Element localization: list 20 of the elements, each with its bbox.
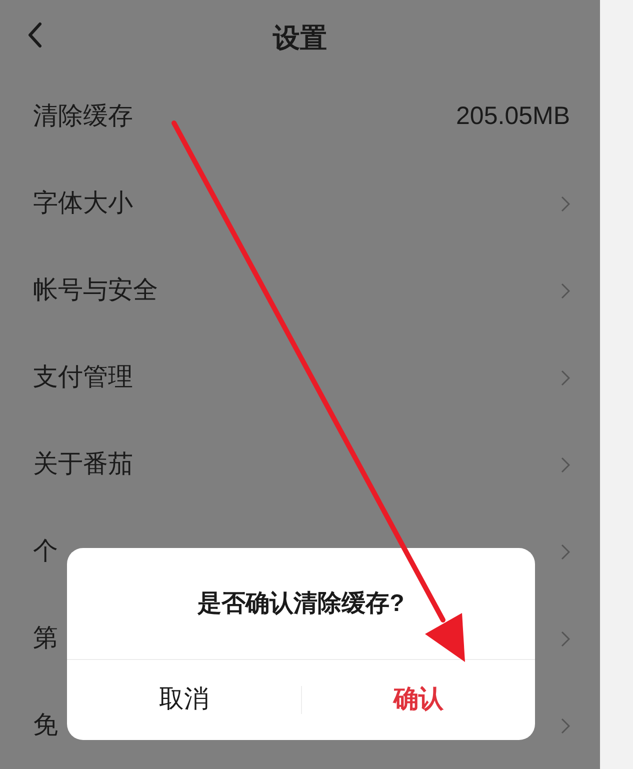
page-title: 设置 <box>273 22 327 55</box>
setting-label[interactable]: 支付管理 <box>33 358 133 396</box>
cache-size: 205.05MB <box>456 100 570 132</box>
chevron-right-icon <box>561 282 570 298</box>
chevron-right-icon <box>561 456 570 472</box>
confirm-button[interactable]: 确认 <box>385 681 452 719</box>
dialog-message: 是否确认清除缓存? <box>198 588 404 618</box>
chevron-right-icon <box>561 196 570 212</box>
cancel-button[interactable]: 取消 <box>150 681 217 719</box>
setting-label[interactable]: 第 <box>33 620 58 658</box>
setting-label[interactable]: 字体大小 <box>33 184 133 222</box>
chevron-right-icon <box>561 370 570 386</box>
setting-label[interactable]: 免 <box>33 706 58 744</box>
setting-label[interactable]: 帐号与安全 <box>33 272 158 310</box>
setting-label[interactable]: 个 <box>33 532 58 570</box>
chevron-right-icon <box>561 630 570 646</box>
chevron-right-icon <box>561 718 570 734</box>
setting-label[interactable]: 关于番茄 <box>33 446 133 484</box>
setting-label[interactable]: 清除缓存 <box>33 98 133 136</box>
chevron-right-icon <box>561 544 570 560</box>
